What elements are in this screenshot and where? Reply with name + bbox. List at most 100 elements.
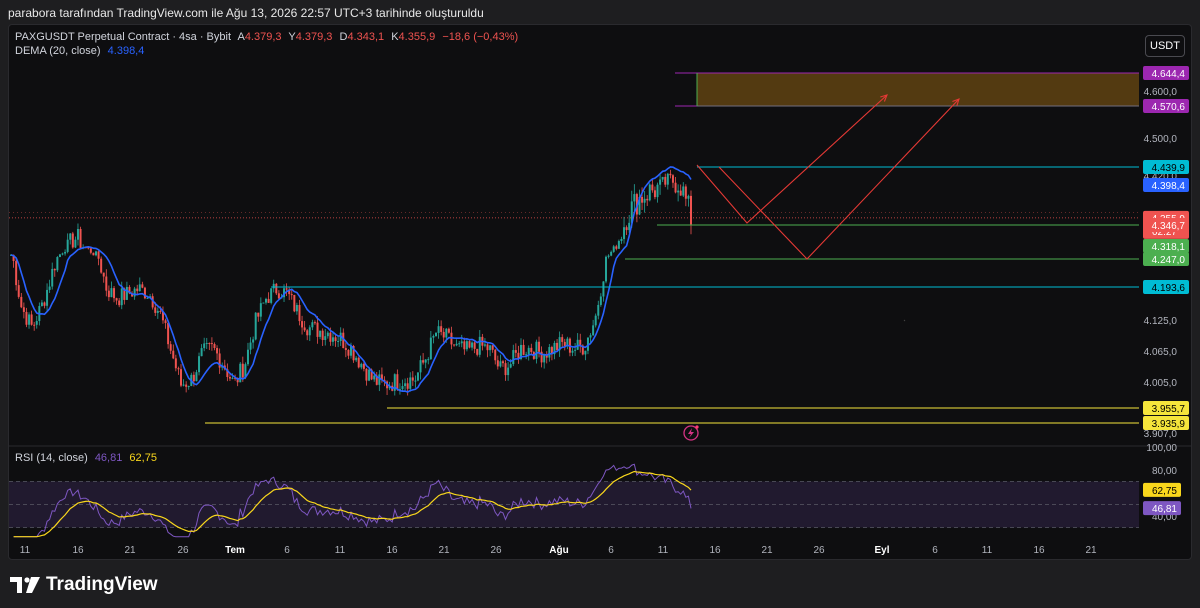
candle-body [35, 321, 38, 325]
candle-body [607, 255, 610, 257]
candle-body [293, 294, 296, 312]
candle-body [20, 296, 23, 308]
date-axis-tick: 16 [1033, 545, 1045, 556]
tradingview-logo[interactable]: TradingView [10, 574, 158, 596]
candle-body [298, 304, 301, 322]
candle-body [512, 350, 515, 365]
date-axis-tick: Eyl [874, 545, 889, 556]
candle-body [404, 383, 407, 387]
rsi-ma-value: 62,75 [129, 452, 157, 464]
candle-body [313, 322, 316, 324]
date-axis-tick: Tem [225, 545, 245, 556]
date-axis-tick: 26 [490, 545, 502, 556]
candle-body [326, 332, 329, 337]
candle-body [571, 350, 574, 353]
candle-body [509, 364, 512, 368]
candle-body [455, 343, 458, 346]
candle-body [308, 327, 311, 336]
candle-body [192, 374, 195, 382]
candle-body [592, 325, 595, 336]
dema-legend[interactable]: DEMA (20, close) 4.398,4 [15, 45, 148, 57]
candle-body [200, 348, 203, 357]
candle-body [589, 335, 592, 338]
candle-body [79, 228, 82, 248]
candle-body [285, 288, 288, 290]
candle-body [682, 186, 685, 196]
candle-body [527, 347, 530, 355]
candle-body [311, 322, 314, 328]
rsi-label: RSI (14, close) [15, 452, 88, 464]
open-label: A [237, 31, 245, 43]
candle-body [355, 357, 358, 361]
candle-body [262, 302, 265, 304]
candle-body [483, 344, 486, 346]
candle-body [61, 253, 64, 255]
candle-body [331, 337, 334, 342]
chart-canvas[interactable]: 4.600,04.500,04.420,04.125,04.065,04.005… [9, 25, 1192, 560]
candle-body [486, 344, 489, 351]
candle-body [324, 336, 327, 340]
rsi-legend[interactable]: RSI (14, close) 46,81 62,75 [15, 452, 161, 464]
candle-body [64, 251, 67, 254]
candle-body [522, 344, 525, 355]
close-label: K [391, 31, 399, 43]
candle-body [561, 337, 564, 342]
candle-body [169, 344, 172, 351]
chart-caption: parabora tarafından TradingView.com ile … [8, 6, 484, 20]
candle-body [203, 343, 206, 349]
candle-body [674, 182, 677, 193]
candle-body [334, 337, 337, 342]
candle-body [156, 310, 159, 313]
candle-body [216, 348, 219, 354]
candle-body [71, 233, 74, 248]
candle-body [414, 380, 417, 382]
candle-body [656, 184, 659, 198]
candle-body [159, 310, 162, 312]
candle-body [453, 344, 456, 346]
candle-body [458, 343, 461, 345]
candle-body [270, 288, 273, 303]
candle-body [514, 350, 517, 353]
close-value: 4.355,9 [398, 31, 436, 43]
candle-body [429, 337, 432, 360]
date-axis-tick: 6 [608, 545, 614, 556]
candle-body [277, 293, 280, 299]
symbol-label[interactable]: PAXGUSDT Perpetual Contract · 4sa · Bybi… [15, 31, 231, 43]
projection-arrow-2[interactable] [718, 98, 960, 260]
projection-arrow-1[interactable] [696, 94, 888, 224]
candle-body [378, 374, 381, 385]
candle-body [556, 342, 559, 351]
candle-body [687, 195, 690, 199]
target-zone[interactable] [697, 73, 1139, 106]
candle-body [440, 326, 443, 332]
candle-body [17, 285, 20, 297]
candle-body [246, 349, 249, 365]
price-axis-tick: 4.600,0 [1144, 87, 1178, 98]
candles[interactable] [10, 169, 692, 396]
date-axis-tick: 26 [177, 545, 189, 556]
candle-body [22, 307, 25, 312]
currency-button[interactable]: USDT [1145, 35, 1185, 57]
candle-body [154, 307, 157, 313]
candle-body [97, 251, 100, 259]
candle-body [365, 368, 368, 381]
candle-body [584, 350, 587, 355]
candle-body [337, 340, 340, 342]
candle-body [58, 254, 61, 258]
candle-body [684, 186, 687, 199]
date-axis-tick: 11 [658, 545, 669, 556]
chart-panel[interactable]: 4.600,0 4.500,0 4.420,0 4.125,0 4.065,0 4.005… [8, 24, 1192, 560]
candle-body [633, 194, 636, 202]
candle-body [538, 341, 541, 352]
candle-body [146, 297, 149, 299]
candle-body [180, 369, 182, 386]
level-badge-4439: 4.439,9 [1152, 163, 1186, 174]
candle-body [360, 363, 363, 368]
rsi-axis-tick: 100,00 [1146, 443, 1177, 454]
candle-body [664, 176, 667, 185]
candle-body [231, 377, 234, 379]
date-axis-tick: 21 [761, 545, 773, 556]
candle-body [610, 251, 613, 256]
candle-body [368, 369, 371, 381]
candle-body [460, 341, 463, 344]
